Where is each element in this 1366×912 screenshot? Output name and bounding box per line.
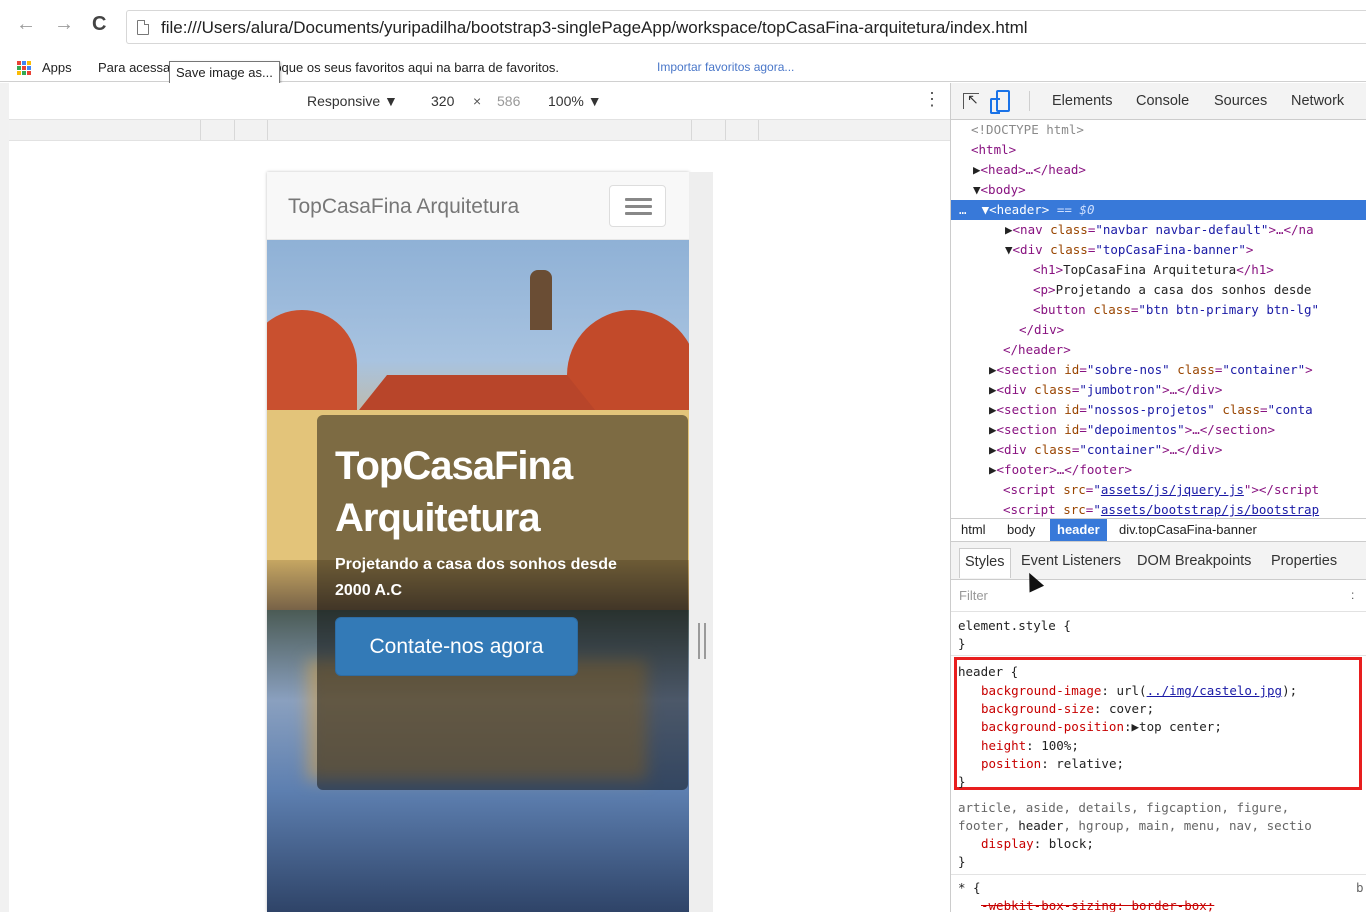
back-button[interactable]: ← [16,14,36,34]
zoom-dropdown[interactable]: 100% ▼ [548,93,602,109]
device-toolbar: Responsive ▼ 320 × 586 100% ▼ ⋮ [0,83,950,119]
import-bookmarks-link[interactable]: Importar favoritos agora... [657,60,794,74]
header-rule-selector[interactable]: header { [958,662,1018,681]
styles-filter[interactable]: Filter : [951,580,1366,612]
breadcrumb-body[interactable]: body [1007,522,1035,537]
dom-node-banner-div[interactable]: ▼<div class="topCasaFina-banner"> [951,240,1366,260]
dom-node-body[interactable]: ▼<body> [951,180,1366,200]
site-brand[interactable]: TopCasaFina Arquitetura [288,195,519,219]
apps-link[interactable]: Apps [42,60,72,75]
devtools-panel: Elements Console Sources Network <!DOCTY… [950,83,1366,912]
styles-subtabs: Styles Event Listeners DOM Breakpoints P… [951,542,1366,580]
viewport-width-input[interactable]: 320 [431,93,454,109]
dom-node-header-selected[interactable]: … ▼<header> == $0 [951,200,1366,220]
inspect-element-icon[interactable] [963,91,979,109]
device-toggle-icon[interactable] [990,90,1010,114]
site-navbar: TopCasaFina Arquitetura [267,172,689,240]
responsive-dropdown[interactable]: Responsive ▼ [307,93,398,109]
dom-node-p[interactable]: <p>Projetando a casa dos sonhos desde [951,280,1366,300]
dom-node-section-sobre[interactable]: ▶<section id="sobre-nos" class="containe… [951,360,1366,380]
dimension-separator: × [473,93,482,109]
hero-banner: TopCasaFina Arquitetura Projetando a cas… [267,240,689,912]
dom-node-section-depoimentos[interactable]: ▶<section id="depoimentos">…</section> [951,420,1366,440]
apps-icon[interactable] [17,61,31,75]
ua-prop-display[interactable]: display: block; [981,834,1094,853]
breadcrumb-banner-div[interactable]: div.topCasaFina-banner [1119,522,1257,537]
breadcrumb: html body header div.topCasaFina-banner [951,518,1366,542]
dom-node-html[interactable]: <html> [951,140,1366,160]
dom-node-script-jquery[interactable]: <script src="assets/js/jquery.js"></scri… [951,480,1366,500]
hamburger-icon [625,198,652,201]
address-url[interactable]: file:///Users/alura/Documents/yuripadilh… [161,18,1028,38]
browser-toolbar: ← → C file:///Users/alura/Documents/yuri… [0,0,1366,54]
contact-button[interactable]: Contate-nos agora [335,617,578,676]
filter-input[interactable]: Filter [959,588,988,603]
dom-node-head[interactable]: ▶<head>…</head> [951,160,1366,180]
css-prop-background-position[interactable]: background-position:▶top center; [981,717,1222,736]
css-prop-background-size[interactable]: background-size: cover; [981,699,1154,718]
castle-image [530,270,552,330]
tab-event-listeners[interactable]: Event Listeners [1021,553,1121,569]
styles-pane: element.style { } header { background-im… [951,612,1366,912]
breadcrumb-html[interactable]: html [961,522,986,537]
tab-properties[interactable]: Properties [1271,553,1337,569]
ua-rule-selector[interactable]: article, aside, details, figcaption, fig… [958,798,1289,817]
dom-node-container[interactable]: ▶<div class="container">…</div> [951,440,1366,460]
universal-rule-selector[interactable]: * { [958,878,981,897]
viewport-height-input[interactable]: 586 [497,93,520,109]
castelo-image-link[interactable]: ../img/castelo.jpg [1147,683,1282,698]
breadcrumb-header[interactable]: header [1050,519,1107,541]
tab-console[interactable]: Console [1136,93,1189,109]
dom-node-section-projetos[interactable]: ▶<section id="nossos-projetos" class="co… [951,400,1366,420]
dom-tree: <!DOCTYPE html> <html> ▶<head>…</head> ▼… [951,120,1366,518]
emulated-viewport: TopCasaFina Arquitetura TopCasaFina Arqu… [267,172,689,912]
page-icon [137,20,149,35]
css-prop-background-image[interactable]: background-image: url(../img/castelo.jpg… [981,681,1297,700]
dom-node-footer[interactable]: ▶<footer>…</footer> [951,460,1366,480]
device-emulation-area: Responsive ▼ 320 × 586 100% ▼ ⋮ TopCasaF… [0,83,950,912]
tab-dom-breakpoints[interactable]: DOM Breakpoints [1137,553,1251,569]
css-prop-height[interactable]: height: 100%; [981,736,1079,755]
dom-node-button[interactable]: <button class="btn btn-primary btn-lg" [951,300,1366,320]
dom-node-script-bootstrap[interactable]: <script src="assets/bootstrap/js/bootstr… [951,500,1366,518]
banner-title: TopCasaFina Arquitetura [335,444,573,540]
dom-node-nav[interactable]: ▶<nav class="navbar navbar-default">…</n… [951,220,1366,240]
viewport-resize-gutter[interactable] [689,172,713,912]
dom-node-h1[interactable]: <h1>TopCasaFina Arquitetura</h1> [951,260,1366,280]
forward-button[interactable]: → [54,14,74,34]
tab-elements[interactable]: Elements [1052,93,1112,109]
reload-button[interactable]: C [92,14,106,34]
dom-node-header-close[interactable]: </header> [951,340,1366,360]
dom-node-doctype[interactable]: <!DOCTYPE html> [951,120,1366,140]
more-options-icon[interactable]: ⋮ [923,89,941,110]
hover-state-toggle[interactable]: : [1351,588,1354,602]
tab-network[interactable]: Network [1291,93,1344,109]
save-image-tooltip: Save image as... [169,61,280,85]
devtools-tabbar: Elements Console Sources Network [951,83,1366,120]
css-prop-box-sizing[interactable]: -webkit-box-sizing: border-box; [981,896,1214,912]
tab-sources[interactable]: Sources [1214,93,1267,109]
tab-styles[interactable]: Styles [959,548,1011,578]
emulation-edge [0,83,9,912]
element-style-rule[interactable]: element.style { [958,616,1071,635]
banner-subtitle: Projetando a casa dos sonhos desde 2000 … [335,556,617,599]
resize-handle[interactable] [698,623,706,659]
media-query-ruler[interactable] [9,119,950,141]
dom-node-jumbotron[interactable]: ▶<div class="jumbotron">…</div> [951,380,1366,400]
navbar-toggle-button[interactable] [609,185,666,227]
address-bar[interactable]: file:///Users/alura/Documents/yuripadilh… [126,10,1366,44]
dom-node-div-close[interactable]: </div> [951,320,1366,340]
css-prop-position[interactable]: position: relative; [981,754,1124,773]
